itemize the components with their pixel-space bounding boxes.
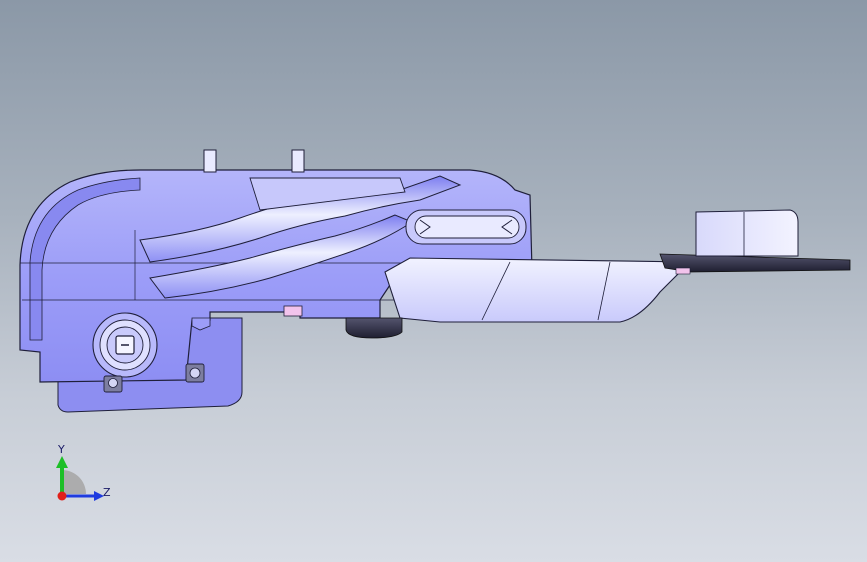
coordinate-triad-icon: [56, 456, 104, 501]
x-axis-dot: [57, 491, 67, 501]
y-axis-arrowhead: [56, 456, 68, 468]
pink-marker: [283, 305, 303, 317]
pink-marker: [675, 267, 691, 275]
graphics-viewport[interactable]: Y Z: [0, 0, 867, 562]
end-mounting-tab[interactable]: [695, 209, 799, 257]
triad-quadrant: [62, 470, 86, 494]
locating-pin-left[interactable]: [203, 149, 217, 173]
locating-pin-right[interactable]: [291, 149, 305, 173]
y-axis-label: Y: [58, 443, 65, 456]
nut-hole: [189, 367, 201, 379]
extension-arm[interactable]: [384, 257, 692, 323]
z-axis-label: Z: [103, 486, 111, 499]
coordinate-triad[interactable]: Y Z: [40, 436, 120, 516]
under-clip[interactable]: [345, 317, 403, 339]
3d-model-view[interactable]: [0, 0, 867, 562]
nut-hole: [108, 378, 118, 388]
